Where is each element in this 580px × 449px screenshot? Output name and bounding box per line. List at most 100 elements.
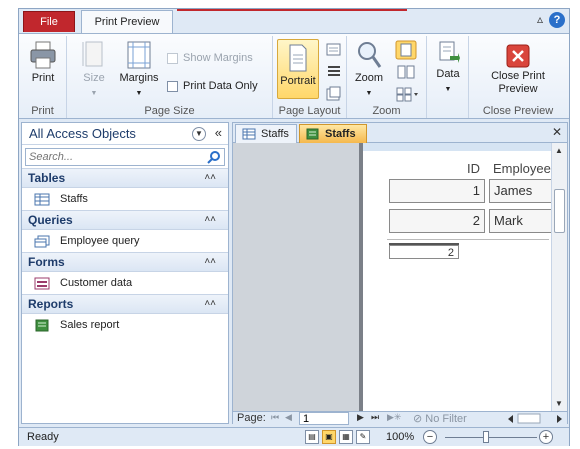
previous-page-icon[interactable]: ◀ (285, 412, 292, 423)
scroll-down-icon[interactable]: ▼ (555, 399, 563, 408)
column-header-id: ID (467, 161, 480, 176)
zoom-label: Zoom (354, 72, 384, 84)
page-setup-icon[interactable] (325, 86, 343, 102)
report-view-icon[interactable]: ▤ (305, 430, 319, 444)
no-filter-label: No Filter (425, 413, 467, 425)
nav-section-reports[interactable]: Reports ˄˄ (22, 294, 228, 314)
close-print-preview-button[interactable]: Close Print Preview (475, 44, 561, 96)
print-label: Print (31, 72, 55, 84)
nav-menu-dropdown-icon[interactable]: ▼ (192, 127, 206, 141)
nav-section-forms[interactable]: Forms ˄˄ (22, 252, 228, 272)
nav-section-label: Forms (28, 255, 65, 269)
last-page-icon[interactable]: ⏭ (371, 412, 379, 423)
nav-item-customer-data[interactable]: Customer data (22, 272, 228, 294)
title-accent-strip (177, 9, 407, 11)
nav-search-input[interactable] (26, 149, 196, 165)
tab-file[interactable]: File (23, 11, 75, 32)
nav-item-label: Staffs (60, 193, 88, 205)
zoom-group-label: Zoom (372, 105, 401, 117)
margins-button[interactable]: Margins ▼ (117, 40, 161, 100)
show-margins-checkbox[interactable]: Show Margins (167, 52, 253, 64)
nav-item-sales-report[interactable]: Sales report (22, 314, 228, 336)
print-data-only-checkbox[interactable]: Print Data Only (167, 80, 258, 92)
scroll-thumb[interactable] (554, 189, 565, 233)
doc-tab-staffs-report[interactable]: Staffs (299, 124, 367, 143)
first-page-icon[interactable]: ⏮ (271, 412, 279, 423)
page-layout-group-label: Page Layout (278, 105, 341, 117)
document-area: Staffs Staffs ✕ ID Employee 1 James 2 Ma… (232, 122, 568, 425)
landscape-icon[interactable] (325, 42, 343, 58)
one-page-icon[interactable] (395, 40, 417, 60)
ribbon-tab-row: File Print Preview ▵ ? (19, 9, 569, 34)
page-number-input[interactable] (299, 412, 349, 425)
zoom-slider-thumb[interactable] (483, 431, 490, 443)
print-preview-view-icon[interactable]: ▣ (322, 430, 336, 444)
status-ready-text: Ready (27, 431, 59, 443)
table-icon (34, 193, 50, 205)
size-dropdown-icon: ▼ (90, 90, 98, 97)
nav-section-tables[interactable]: Tables ˄˄ (22, 168, 228, 188)
nav-item-staffs[interactable]: Staffs (22, 188, 228, 210)
search-icon[interactable] (207, 150, 221, 164)
two-pages-icon[interactable] (395, 64, 417, 82)
collapse-section-icon: ˄˄ (204, 172, 216, 183)
next-page-icon[interactable]: ▶ (357, 412, 364, 423)
row-1-id-cell: 1 (389, 179, 485, 203)
no-filter-indicator[interactable]: ⊘ No Filter (413, 412, 467, 425)
show-margins-label: Show Margins (183, 52, 253, 64)
navigation-pane: All Access Objects ▼ « Tables ˄˄ Staffs (21, 122, 229, 424)
vertical-scrollbar[interactable]: ▲ ▼ (551, 143, 567, 411)
columns-icon[interactable] (325, 64, 343, 80)
tab-print-preview[interactable]: Print Preview (81, 10, 173, 34)
doc-tab-label: Staffs (261, 128, 289, 140)
layout-view-icon[interactable]: ▦ (339, 430, 353, 444)
nav-item-label: Customer data (60, 277, 133, 289)
data-button[interactable]: Data ▼ (430, 40, 466, 96)
zoom-percentage[interactable]: 100% (386, 431, 414, 443)
record-navigation-bar: Page: ⏮ ◀ ▶ ⏭ ▶✳ ⊘ No Filter (233, 411, 567, 425)
report-header-band (363, 143, 551, 151)
nav-item-employee-query[interactable]: Employee query (22, 230, 228, 252)
size-button[interactable]: Size ▼ (73, 40, 115, 100)
page-size-group-label: Page Size (144, 105, 195, 117)
zoom-out-icon[interactable]: − (423, 430, 437, 444)
shutter-bar-collapse-icon[interactable]: « (215, 125, 222, 140)
zoom-dropdown-icon: ▼ (365, 90, 373, 97)
close-preview-group-label: Close Preview (482, 105, 554, 117)
document-tab-bar: Staffs Staffs ✕ (233, 123, 567, 143)
new-page-icon[interactable]: ▶✳ (387, 412, 401, 423)
more-pages-icon[interactable] (395, 86, 421, 104)
nav-section-label: Reports (28, 297, 74, 311)
doc-tab-staffs-table[interactable]: Staffs (235, 124, 297, 143)
doc-tab-label: Staffs (325, 128, 356, 140)
zoom-in-icon[interactable]: + (539, 430, 553, 444)
design-view-icon[interactable]: ✎ (356, 430, 370, 444)
close-preview-icon (506, 44, 530, 68)
portrait-label: Portrait (280, 75, 316, 87)
page-size-group: Size ▼ Margins ▼ Show Margins Print Data… (67, 36, 273, 118)
portrait-button[interactable]: Portrait (277, 39, 319, 99)
collapse-section-icon: ˄˄ (204, 298, 216, 309)
nav-section-queries[interactable]: Queries ˄˄ (22, 210, 228, 230)
print-button[interactable]: Print (25, 40, 61, 85)
query-icon (34, 235, 50, 247)
nav-pane-header[interactable]: All Access Objects ▼ « (22, 123, 228, 145)
ribbon: Print Print Size ▼ Margins ▼ Show Margin… (19, 33, 569, 119)
minimize-ribbon-icon[interactable]: ▵ (537, 12, 543, 26)
nav-item-label: Employee query (60, 235, 140, 247)
help-icon[interactable]: ? (549, 12, 565, 28)
margins-label: Margins (119, 72, 159, 84)
report-page[interactable]: ID Employee 1 James 2 Mark 2 (363, 143, 551, 411)
nav-pane-title: All Access Objects (29, 126, 136, 141)
close-preview-label-2: Preview (498, 83, 538, 95)
close-document-icon[interactable]: ✕ (552, 125, 562, 139)
scroll-up-icon[interactable]: ▲ (555, 146, 563, 155)
zoom-slider-track[interactable] (445, 437, 537, 438)
export-data-icon (439, 41, 460, 63)
show-margins-check-icon (167, 52, 178, 64)
zoom-button[interactable]: Zoom ▼ (351, 40, 387, 100)
horizontal-scrollbar[interactable] (505, 412, 565, 425)
data-label: Data (436, 68, 460, 80)
margins-dropdown-icon: ▼ (135, 90, 143, 97)
report-icon (35, 319, 49, 331)
